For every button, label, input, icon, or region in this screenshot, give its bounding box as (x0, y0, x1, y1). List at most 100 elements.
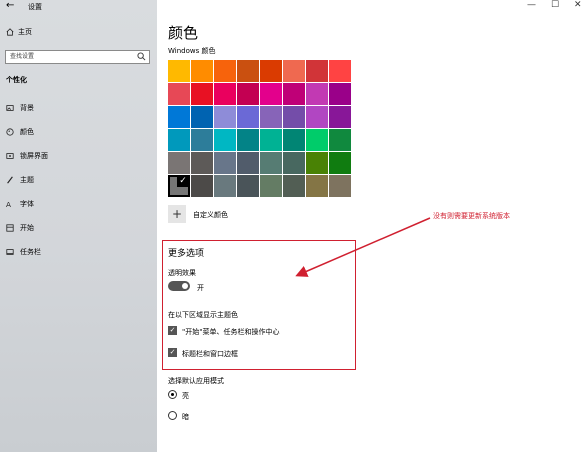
minimize-button[interactable]: — (527, 0, 536, 10)
color-swatch[interactable] (306, 60, 328, 82)
start-icon (6, 224, 14, 232)
color-swatch[interactable] (168, 129, 190, 151)
color-swatch[interactable] (306, 129, 328, 151)
color-swatch[interactable] (214, 129, 236, 151)
selected-check-icon: ✓ (177, 175, 189, 187)
sidebar-item-label: 颜色 (20, 128, 34, 136)
titlebar-checkbox[interactable]: ✓ (168, 348, 177, 357)
color-swatch[interactable] (306, 83, 328, 105)
section-title: 个性化 (6, 76, 27, 84)
titlebar-label: 标题栏和窗口边框 (182, 350, 238, 358)
palette-icon (6, 128, 14, 136)
color-swatch[interactable] (191, 175, 213, 197)
transparency-toggle[interactable] (168, 281, 190, 291)
color-swatch[interactable] (283, 60, 305, 82)
color-swatch[interactable] (191, 129, 213, 151)
svg-text:A: A (6, 200, 11, 208)
sidebar-item-colors[interactable]: 颜色 (6, 127, 34, 137)
light-mode-label: 亮 (182, 392, 189, 400)
theme-brush-icon (7, 176, 13, 184)
font-icon: A (6, 200, 11, 208)
color-swatch[interactable] (191, 60, 213, 82)
sidebar-item-label: 背景 (20, 104, 34, 112)
color-swatch[interactable] (260, 83, 282, 105)
color-swatch[interactable] (329, 175, 351, 197)
sidebar-item-fonts[interactable]: A 字体 (6, 199, 34, 209)
dark-mode-label: 暗 (182, 413, 189, 421)
custom-color-label: 自定义颜色 (193, 211, 228, 219)
color-swatch[interactable] (191, 83, 213, 105)
color-swatch[interactable]: ✓ (168, 175, 190, 197)
color-swatch[interactable] (214, 175, 236, 197)
add-custom-color-button[interactable]: + (168, 205, 186, 223)
home-icon (6, 28, 14, 36)
picture-icon (6, 105, 14, 111)
color-swatch[interactable] (283, 129, 305, 151)
color-swatch[interactable] (237, 60, 259, 82)
color-swatch[interactable] (260, 152, 282, 174)
color-swatch[interactable] (214, 60, 236, 82)
light-mode-radio[interactable] (168, 390, 177, 399)
color-swatch[interactable] (237, 106, 259, 128)
color-swatch[interactable] (191, 152, 213, 174)
maximize-button[interactable]: ☐ (551, 0, 559, 10)
transparency-state: 开 (197, 284, 204, 292)
transparency-label: 透明效果 (168, 269, 196, 277)
color-swatch[interactable] (168, 152, 190, 174)
home-label: 主页 (18, 28, 32, 36)
color-swatch[interactable] (191, 106, 213, 128)
more-options-title: 更多选项 (168, 249, 205, 259)
search-icon[interactable] (137, 52, 146, 61)
sidebar-item-label: 任务栏 (20, 248, 41, 256)
lock-screen-icon (6, 153, 14, 159)
color-swatch[interactable] (283, 83, 305, 105)
color-swatch[interactable] (168, 83, 190, 105)
start-taskbar-checkbox[interactable]: ✓ (168, 326, 177, 335)
color-swatch[interactable] (214, 152, 236, 174)
color-swatch[interactable] (283, 175, 305, 197)
sidebar-item-taskbar[interactable]: 任务栏 (6, 247, 41, 257)
color-swatch[interactable] (329, 152, 351, 174)
color-swatch[interactable] (329, 129, 351, 151)
color-swatch[interactable] (306, 152, 328, 174)
sidebar: ← 设置 主页 查找设置 个性化 背景 颜色 锁屏界面 主题 A 字体 开始 任… (0, 0, 157, 452)
color-swatch[interactable] (168, 106, 190, 128)
sidebar-item-label: 锁屏界面 (20, 152, 48, 160)
color-swatch[interactable] (237, 129, 259, 151)
color-swatch[interactable] (283, 106, 305, 128)
color-swatch[interactable] (329, 60, 351, 82)
color-swatch[interactable] (168, 60, 190, 82)
start-taskbar-label: "开始"菜单、任务栏和操作中心 (182, 328, 280, 336)
color-swatch[interactable] (306, 175, 328, 197)
sidebar-item-themes[interactable]: 主题 (6, 175, 34, 185)
sidebar-item-home[interactable]: 主页 (6, 27, 32, 37)
color-swatch[interactable] (283, 152, 305, 174)
color-swatch[interactable] (260, 106, 282, 128)
search-input[interactable]: 查找设置 (5, 50, 150, 64)
color-swatch[interactable] (237, 152, 259, 174)
sidebar-item-label: 主题 (20, 176, 34, 184)
sidebar-item-lock-screen[interactable]: 锁屏界面 (6, 151, 48, 161)
color-swatch[interactable] (214, 106, 236, 128)
color-swatch-grid: ✓ (168, 60, 351, 197)
sidebar-item-background[interactable]: 背景 (6, 103, 34, 113)
color-swatch[interactable] (260, 60, 282, 82)
color-swatch[interactable] (237, 83, 259, 105)
sidebar-item-start[interactable]: 开始 (6, 223, 34, 233)
search-placeholder: 查找设置 (10, 53, 35, 60)
dark-mode-radio[interactable] (168, 411, 177, 420)
color-swatch[interactable] (260, 175, 282, 197)
color-swatch[interactable] (260, 129, 282, 151)
close-button[interactable]: ✕ (574, 0, 582, 10)
color-swatch[interactable] (329, 106, 351, 128)
app-mode-label: 选择默认应用模式 (168, 377, 224, 385)
color-swatch[interactable] (329, 83, 351, 105)
annotation-text: 没有则需要更新系统版本 (433, 212, 510, 220)
color-swatch[interactable] (237, 175, 259, 197)
taskbar-icon (6, 249, 14, 255)
color-swatch[interactable] (306, 106, 328, 128)
page-title: 颜色 (168, 24, 199, 42)
sidebar-item-label: 字体 (20, 200, 34, 208)
back-arrow-icon[interactable]: ← (6, 0, 14, 11)
color-swatch[interactable] (214, 83, 236, 105)
